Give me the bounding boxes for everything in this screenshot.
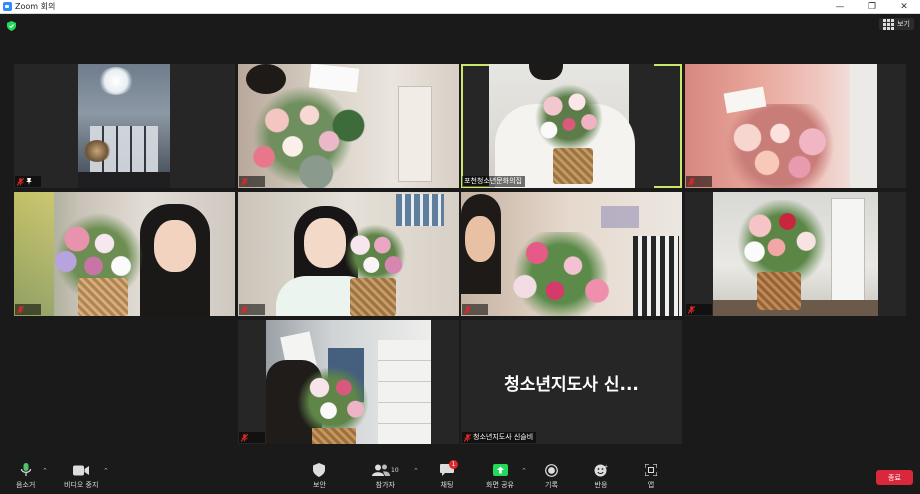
participant-nameplate <box>686 176 712 187</box>
mute-button[interactable]: 음소거 <box>16 462 35 490</box>
participant-tile[interactable]: 청소년지도사 신... 청소년지도사 신슬비 <box>461 320 682 444</box>
participant-name: 포천청소년문화의집 <box>464 177 522 185</box>
window-controls: — ❐ ✕ <box>824 0 920 14</box>
participant-video <box>238 192 459 316</box>
participant-video <box>14 192 235 316</box>
title-bar: Zoom 회의 — ❐ ✕ <box>0 0 920 14</box>
record-button[interactable]: 기록 <box>545 462 558 490</box>
participant-tile[interactable] <box>238 320 459 444</box>
audio-options-caret-icon[interactable]: ⌃ <box>42 467 48 475</box>
close-icon[interactable]: ✕ <box>888 0 920 14</box>
participant-nameplate <box>239 432 265 443</box>
participant-display-name: 청소년지도사 신... <box>504 375 639 395</box>
participant-nameplate <box>686 304 712 315</box>
security-shield-icon[interactable] <box>7 21 16 31</box>
security-button[interactable]: 보안 <box>313 462 326 490</box>
participant-nameplate <box>15 176 41 187</box>
reactions-button[interactable]: + 반응 <box>594 462 608 490</box>
participant-nameplate: 포천청소년문화의집 <box>462 176 525 187</box>
participant-tile[interactable] <box>685 64 906 188</box>
security-shield-icon <box>313 463 326 477</box>
participant-nameplate <box>462 304 488 315</box>
participant-video <box>78 64 170 188</box>
share-screen-button[interactable]: 화면 공유 <box>486 462 514 490</box>
stop-video-button[interactable]: 비디오 중지 <box>64 462 98 490</box>
participants-icon <box>372 464 390 476</box>
mic-muted-icon <box>464 305 471 314</box>
participant-tile[interactable] <box>238 64 459 188</box>
microphone-icon <box>20 463 31 476</box>
participant-tile[interactable] <box>14 64 235 188</box>
participants-count: 10 <box>391 466 399 474</box>
mic-muted-icon <box>688 177 695 186</box>
participant-tile-active-speaker[interactable]: 포천청소년문화의집 <box>461 64 682 188</box>
chat-button[interactable]: 1 채팅 <box>440 460 458 490</box>
mic-muted-icon <box>241 177 248 186</box>
participant-nameplate <box>15 304 41 315</box>
share-screen-icon <box>492 464 508 476</box>
participant-video <box>238 64 459 188</box>
participant-video <box>685 64 877 188</box>
apps-icon <box>645 464 657 476</box>
stop-video-label: 비디오 중지 <box>64 481 99 489</box>
mic-muted-icon <box>17 177 24 186</box>
window-title: Zoom 회의 <box>15 1 56 11</box>
restore-icon[interactable]: ❐ <box>856 0 888 14</box>
participant-tile[interactable] <box>461 192 682 316</box>
view-label: 보기 <box>897 20 910 28</box>
view-button[interactable]: 보기 <box>879 18 914 30</box>
participant-nameplate <box>239 304 265 315</box>
reactions-label: 반응 <box>594 481 608 489</box>
security-label: 보안 <box>313 481 326 489</box>
mic-muted-icon <box>17 305 24 314</box>
participant-name: 청소년지도사 신슬비 <box>473 433 534 441</box>
share-options-caret-icon[interactable]: ⌃ <box>521 467 527 475</box>
pin-icon <box>26 178 32 185</box>
participant-video <box>461 192 682 316</box>
video-gallery: 보기 포천청소년문화의집 청소년지도사 신... 청소년지도사 신슬비 <box>0 14 920 458</box>
participant-tile[interactable] <box>238 192 459 316</box>
record-label: 기록 <box>545 481 558 489</box>
participants-button[interactable]: 10 참가자 <box>372 462 399 490</box>
end-meeting-button[interactable]: 종료 <box>876 470 913 485</box>
participant-tile[interactable] <box>14 192 235 316</box>
participant-video <box>489 64 654 188</box>
video-options-caret-icon[interactable]: ⌃ <box>103 467 109 475</box>
participant-tile[interactable] <box>685 192 906 316</box>
mute-label: 음소거 <box>16 481 36 489</box>
participant-nameplate <box>239 176 265 187</box>
chat-unread-badge: 1 <box>449 460 458 469</box>
apps-label: 앱 <box>647 481 655 489</box>
share-screen-label: 화면 공유 <box>486 481 514 489</box>
mic-muted-icon <box>241 305 248 314</box>
mic-muted-icon <box>688 305 695 314</box>
grid-view-icon <box>883 18 895 30</box>
record-icon <box>545 463 558 477</box>
zoom-logo-icon <box>3 2 12 11</box>
mic-muted-icon <box>241 433 248 442</box>
smiley-reaction-icon: + <box>594 464 608 476</box>
participant-video <box>713 192 878 316</box>
apps-button[interactable]: 앱 <box>645 462 657 490</box>
participants-label: 참가자 <box>375 481 395 489</box>
participant-video <box>266 320 431 444</box>
minimize-icon[interactable]: — <box>824 0 856 14</box>
mic-muted-icon <box>464 433 471 442</box>
video-camera-icon <box>73 465 90 475</box>
participant-nameplate: 청소년지도사 신슬비 <box>462 432 537 443</box>
meeting-toolbar: 음소거 ⌃ 비디오 중지 ⌃ 보안 10 참가자 ⌃ 1 채팅 화면 공유 ⌃ … <box>0 458 920 494</box>
chat-label: 채팅 <box>440 481 454 489</box>
svg-text:+: + <box>604 464 608 470</box>
participants-options-caret-icon[interactable]: ⌃ <box>413 467 419 475</box>
